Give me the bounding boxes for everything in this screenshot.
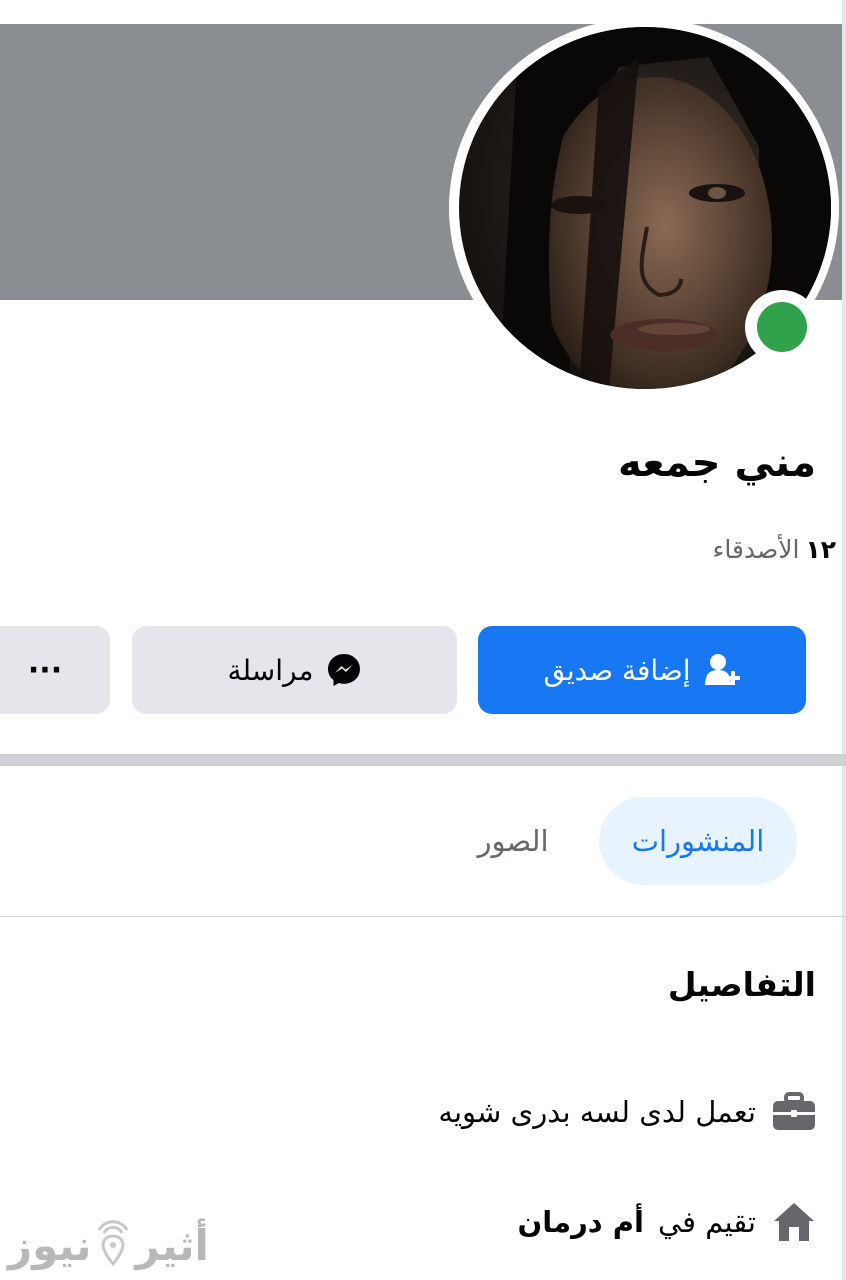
add-friend-button[interactable]: إضافة صديق [478, 626, 806, 714]
message-label: مراسلة [227, 653, 314, 687]
online-status-indicator [745, 290, 819, 364]
more-options-button[interactable]: ··· [0, 626, 110, 714]
watermark-part1: أثير [135, 1220, 209, 1270]
detail-work: تعمل لدى لسه بدرى شويه [438, 1087, 818, 1137]
more-icon: ··· [27, 652, 63, 688]
briefcase-icon [770, 1088, 818, 1136]
tab-photos[interactable]: الصور [458, 797, 568, 885]
tab-posts[interactable]: المنشورات [599, 797, 797, 885]
user-plus-icon [704, 653, 741, 687]
top-strip [0, 0, 846, 24]
tabs-divider [0, 916, 846, 917]
add-friend-label: إضافة صديق [543, 653, 691, 687]
watermark-logo: أثير نيوز [8, 1215, 209, 1275]
signal-pin-icon [93, 1212, 133, 1278]
work-text: تعمل لدى لسه بدرى شويه [438, 1095, 756, 1129]
lives-prefix: تقيم في [657, 1205, 756, 1239]
lives-place[interactable]: أم درمان [517, 1205, 643, 1239]
profile-name: مني جمعه [618, 440, 816, 486]
house-icon [770, 1198, 818, 1246]
window-edge [842, 0, 846, 1280]
section-divider [0, 754, 846, 766]
friends-count[interactable]: ١٢الأصدقاء [713, 535, 836, 564]
watermark-part2: نيوز [8, 1220, 92, 1270]
detail-lives-in: تقيم في أم درمان [517, 1197, 818, 1247]
messenger-icon [327, 653, 361, 687]
details-heading: التفاصيل [667, 965, 816, 1004]
friends-count-label: الأصدقاء [712, 535, 800, 564]
friends-count-number: ١٢ [805, 535, 836, 564]
message-button[interactable]: مراسلة [132, 626, 457, 714]
